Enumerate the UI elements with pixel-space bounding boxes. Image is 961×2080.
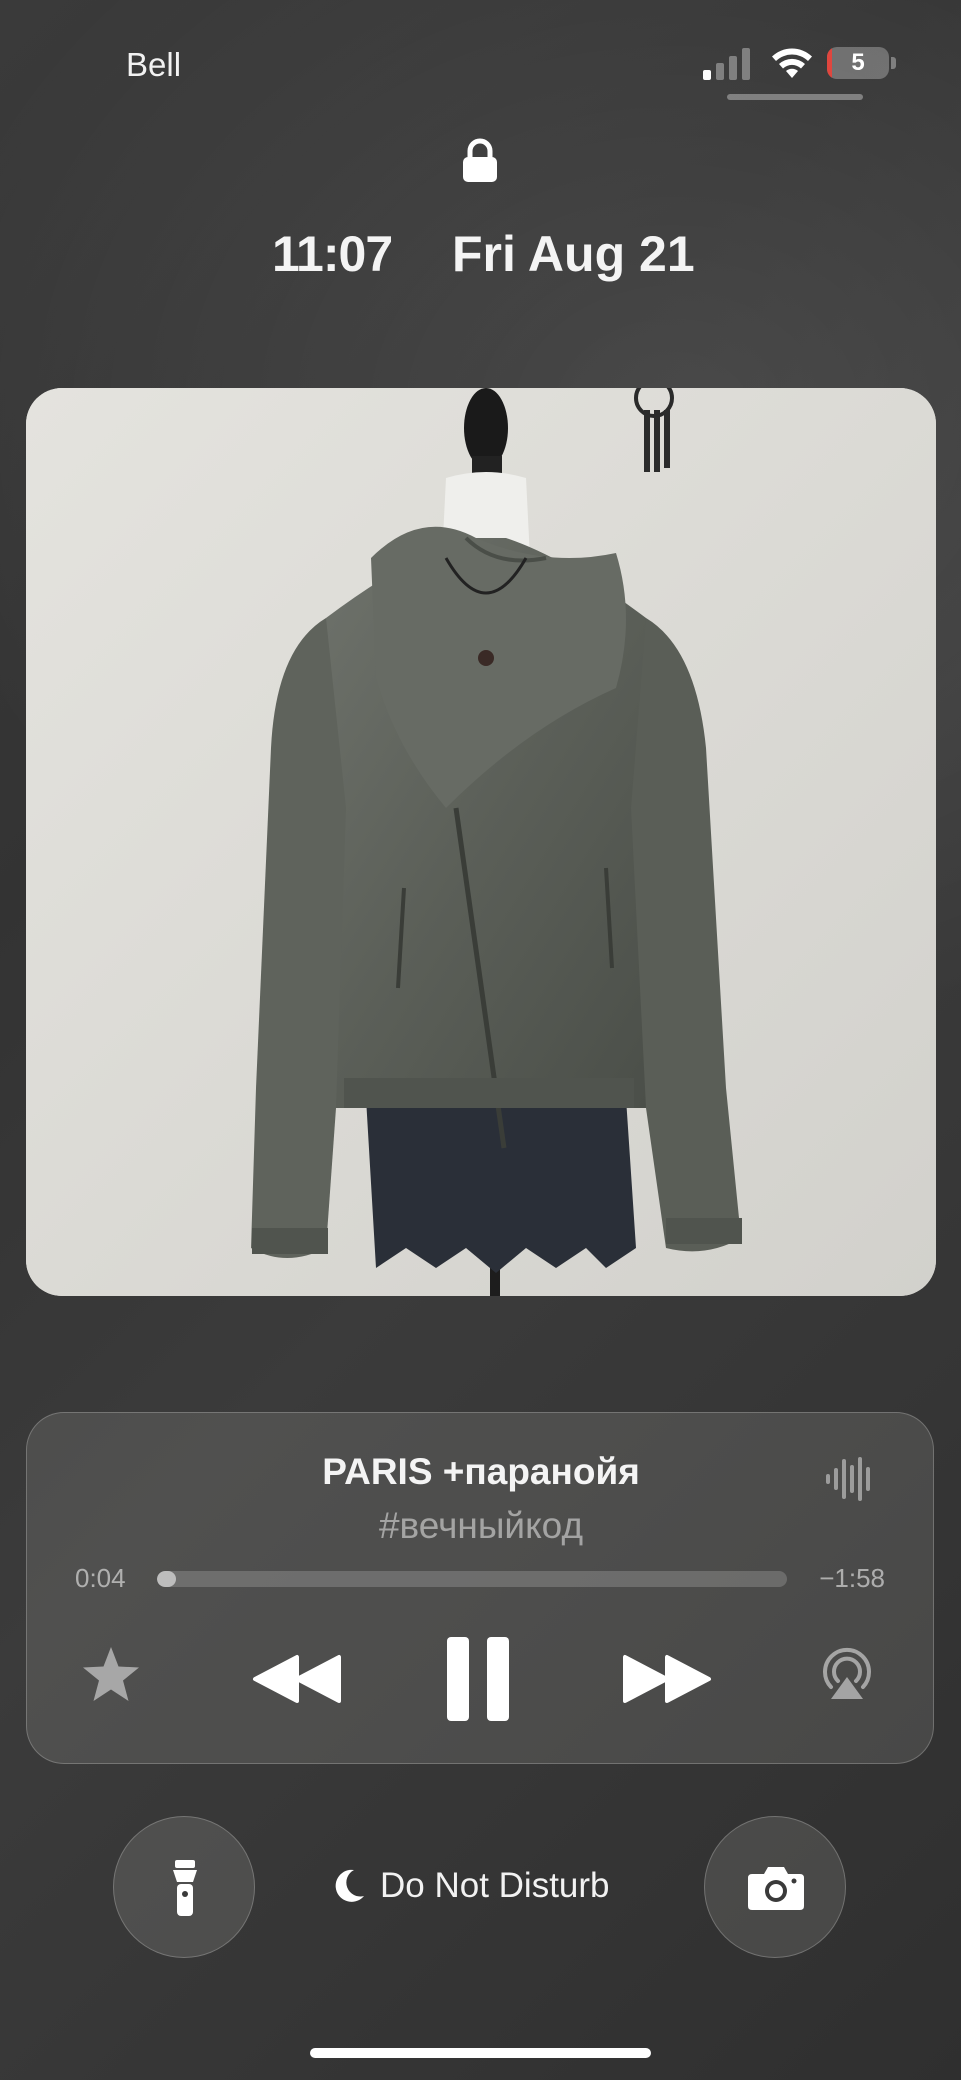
status-bar: Bell 5 bbox=[0, 0, 961, 110]
rewind-icon[interactable] bbox=[251, 1653, 343, 1705]
album-artwork[interactable] bbox=[26, 388, 936, 1296]
lock-icon bbox=[463, 138, 497, 182]
now-playing-widget[interactable]: PARIS +паранойя #вечныйкод 0:04 −1:58 bbox=[26, 1412, 934, 1764]
camera-icon bbox=[748, 1867, 804, 1910]
fast-forward-icon[interactable] bbox=[621, 1653, 713, 1705]
wifi-icon bbox=[772, 48, 812, 78]
playback-progress-fill bbox=[157, 1571, 176, 1587]
pause-icon[interactable] bbox=[447, 1637, 509, 1721]
moon-icon bbox=[335, 1869, 364, 1902]
control-center-grabber[interactable] bbox=[727, 94, 863, 100]
battery-indicator: 5 bbox=[827, 47, 897, 81]
song-artist[interactable]: #вечныйкод bbox=[27, 1505, 935, 1547]
battery-body: 5 bbox=[827, 47, 889, 79]
elapsed-time: 0:04 bbox=[75, 1563, 126, 1593]
flashlight-button[interactable] bbox=[113, 1816, 255, 1958]
song-title[interactable]: PARIS +паранойя bbox=[27, 1451, 935, 1493]
airplay-icon[interactable] bbox=[819, 1647, 875, 1703]
star-icon[interactable] bbox=[79, 1643, 143, 1707]
remaining-time: −1:58 bbox=[819, 1563, 885, 1593]
camera-button[interactable] bbox=[704, 1816, 846, 1958]
cellular-signal-icon bbox=[703, 48, 750, 80]
battery-level: 5 bbox=[851, 49, 865, 76]
home-indicator[interactable] bbox=[310, 2048, 651, 2058]
album-artwork-image bbox=[26, 388, 936, 1296]
battery-tip bbox=[891, 57, 896, 69]
waveform-icon bbox=[826, 1457, 870, 1501]
carrier-name: Bell bbox=[126, 46, 182, 83]
lock-screen-clock: 11:07 Fri Aug 21 bbox=[0, 225, 961, 285]
lock-time: 11:07 bbox=[272, 226, 393, 282]
focus-mode-label: Do Not Disturb bbox=[380, 1866, 610, 1905]
flashlight-icon bbox=[173, 1860, 197, 1916]
focus-mode-indicator[interactable]: Do Not Disturb bbox=[328, 1864, 610, 1908]
lock-date: Fri Aug 21 bbox=[452, 226, 695, 282]
playback-scrubber[interactable] bbox=[157, 1571, 787, 1587]
